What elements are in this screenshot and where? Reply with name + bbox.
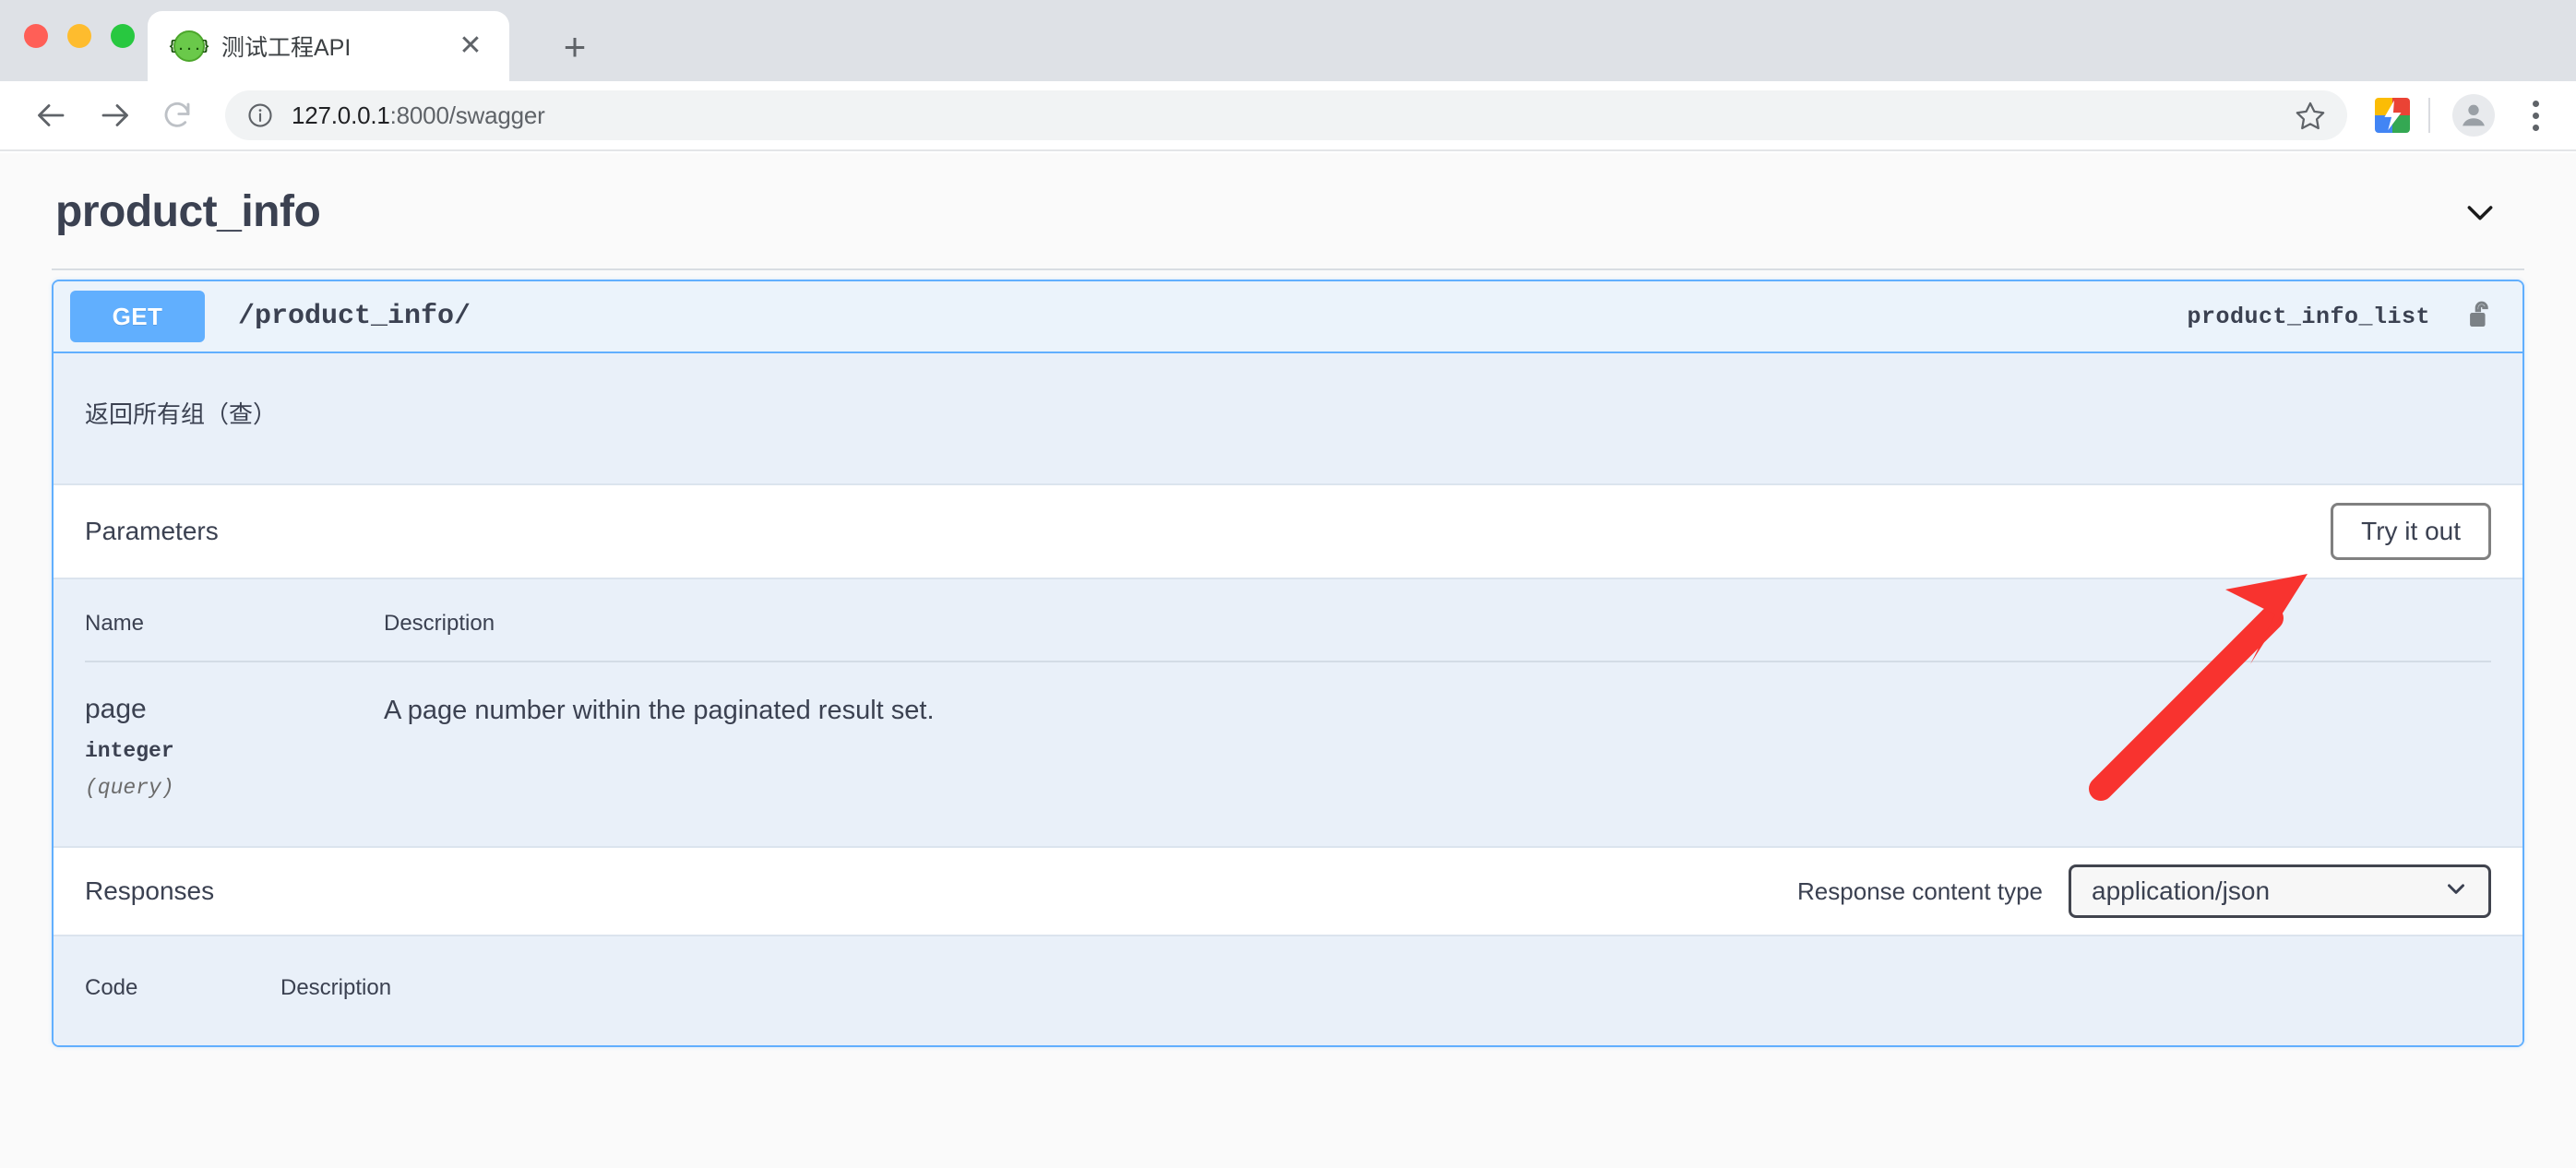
- parameters-table-header-row: Name Description: [85, 579, 2491, 662]
- browser-toolbar: 127.0.0.1:8000/swagger: [0, 81, 2576, 151]
- unlocked-padlock-icon[interactable]: [2465, 298, 2497, 335]
- browser-tab[interactable]: {...} 测试工程API ✕: [148, 11, 509, 81]
- parameters-header: Parameters Try it out: [54, 485, 2522, 578]
- extension-icon[interactable]: [2375, 98, 2410, 133]
- parameters-title: Parameters: [85, 517, 219, 545]
- operation-path: /product_info/: [238, 301, 471, 332]
- parameter-name: page: [85, 694, 147, 724]
- minimize-window-button[interactable]: [67, 24, 91, 48]
- operation-block-get-product-info: GET /product_info/ product_info_list 返回所…: [52, 280, 2524, 1047]
- try-it-out-button[interactable]: Try it out: [2331, 503, 2491, 560]
- menu-dot: [2532, 112, 2539, 119]
- favicon-glyph: {...}: [168, 38, 210, 54]
- column-header-response-description: Description: [280, 975, 392, 1000]
- response-content-type-label: Response content type: [1797, 876, 2043, 905]
- operation-summary-bar[interactable]: GET /product_info/ product_info_list: [54, 281, 2522, 353]
- parameters-table: Name Description page integer (query) A …: [54, 578, 2522, 846]
- toolbar-divider: [2428, 98, 2430, 133]
- bookmark-star-icon[interactable]: [2290, 95, 2331, 136]
- operation-body: 返回所有组（查） Parameters Try it out Name Desc…: [54, 353, 2522, 1045]
- chevron-down-icon: [2442, 875, 2470, 909]
- back-arrow-icon[interactable]: [24, 88, 79, 143]
- url-text: 127.0.0.1:8000/swagger: [292, 101, 545, 130]
- parameter-description-cell: A page number within the paginated resul…: [384, 694, 2491, 726]
- url-path: :8000/swagger: [389, 101, 545, 129]
- column-header-description: Description: [384, 611, 495, 636]
- reload-icon[interactable]: [149, 88, 205, 143]
- responses-header: Responses Response content type applicat…: [54, 846, 2522, 935]
- browser-window: {...} 测试工程API ✕ + 127.0.0.1:8000/swagger: [0, 0, 2576, 1168]
- column-header-name: Name: [85, 611, 145, 636]
- three-dot-menu-icon[interactable]: [2519, 100, 2552, 131]
- close-tab-icon[interactable]: ✕: [452, 28, 489, 65]
- new-tab-button[interactable]: +: [550, 22, 600, 72]
- tag-section-product-info: product_info GET /product_info/ product_…: [0, 153, 2576, 1047]
- operation-description: 返回所有组（查）: [54, 353, 2522, 485]
- parameter-type: integer: [85, 739, 174, 763]
- page-title: product_info: [55, 187, 321, 236]
- http-method-badge: GET: [70, 291, 205, 342]
- maximize-window-button[interactable]: [111, 24, 135, 48]
- parameter-name-cell: page integer (query): [85, 694, 384, 800]
- tag-header[interactable]: product_info: [52, 153, 2524, 270]
- close-window-button[interactable]: [24, 24, 48, 48]
- parameter-location: (query): [85, 776, 174, 800]
- profile-avatar[interactable]: [2452, 94, 2495, 137]
- tab-title: 测试工程API: [221, 35, 352, 61]
- responses-table: Code Description: [54, 935, 2522, 1045]
- menu-dot: [2532, 100, 2539, 107]
- response-content-type-value: application/json: [2092, 876, 2271, 905]
- table-row: page integer (query) A page number withi…: [85, 662, 2491, 846]
- tab-strip: {...} 测试工程API ✕ +: [0, 0, 2576, 81]
- window-traffic-lights: [24, 24, 135, 48]
- column-header-code: Code: [85, 975, 138, 1000]
- response-content-type-group: Response content type application/json: [1797, 864, 2491, 918]
- menu-dot: [2532, 124, 2539, 131]
- address-bar[interactable]: 127.0.0.1:8000/swagger: [225, 90, 2347, 140]
- parameter-description: A page number within the paginated resul…: [384, 696, 935, 725]
- responses-title: Responses: [85, 876, 215, 905]
- chevron-down-icon[interactable]: [2462, 194, 2524, 231]
- swagger-ui-page: product_info GET /product_info/ product_…: [0, 153, 2576, 1168]
- forward-arrow-icon[interactable]: [87, 88, 142, 143]
- swagger-favicon-icon: {...}: [169, 30, 210, 62]
- responses-table-header-row: Code Description: [85, 936, 2491, 1019]
- url-host: 127.0.0.1: [292, 101, 390, 129]
- response-content-type-select[interactable]: application/json: [2069, 864, 2491, 918]
- site-info-icon[interactable]: [245, 101, 275, 130]
- operation-id: product_info_list: [2187, 303, 2430, 330]
